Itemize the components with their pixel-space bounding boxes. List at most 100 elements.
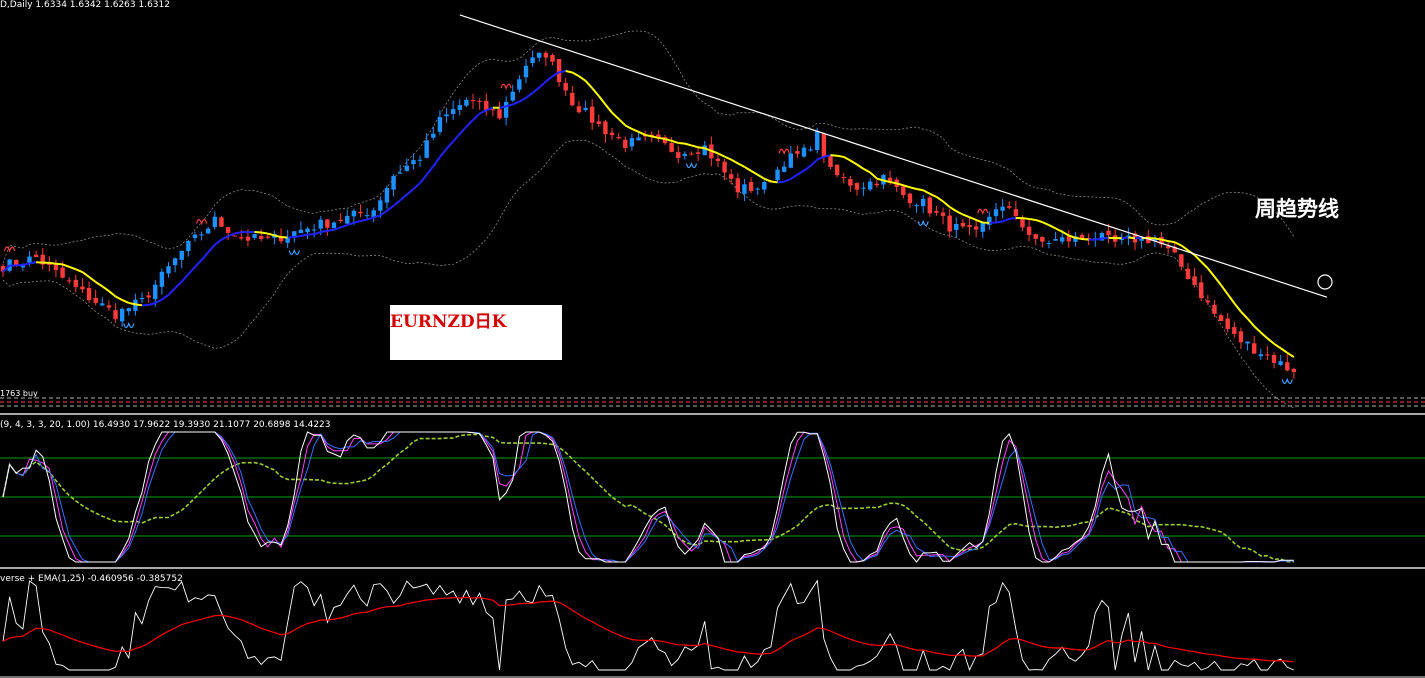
candle-body [755, 188, 760, 190]
candle-body [378, 200, 383, 211]
candle [93, 289, 98, 306]
ma-segment [294, 235, 302, 238]
candle [907, 192, 913, 208]
candle [1265, 346, 1270, 361]
ma-segment [1174, 241, 1182, 247]
ma-segment [750, 169, 759, 176]
fractal-bottom-icon [1281, 377, 1293, 385]
candle [1199, 275, 1204, 302]
candle-body [146, 295, 151, 298]
candle-body [609, 132, 615, 136]
candle-body [1033, 234, 1038, 239]
candle-body [411, 160, 416, 165]
candle-body [172, 258, 178, 266]
candle-body [927, 197, 932, 214]
candle [589, 99, 595, 130]
candle-body [980, 222, 985, 232]
candle [1225, 313, 1230, 333]
candle-body [239, 237, 244, 239]
candle [477, 98, 482, 110]
ma-segment [863, 168, 871, 174]
candle [364, 208, 370, 219]
candle [616, 133, 621, 140]
candle [484, 93, 489, 116]
candle-body [623, 139, 628, 149]
candle-body [934, 210, 939, 213]
ma-segment [1280, 347, 1288, 354]
ma-segment [684, 142, 692, 147]
ma-segment [856, 163, 865, 170]
candle-body [417, 159, 423, 161]
candle-body [973, 226, 979, 230]
ma-segment [452, 133, 461, 143]
ma-segment [174, 280, 183, 289]
ma-segment [935, 196, 944, 203]
candle [1066, 230, 1072, 248]
candle-body [33, 254, 39, 258]
ma-segment [1035, 219, 1043, 224]
candle [331, 221, 337, 229]
ma-segment [392, 199, 401, 207]
ma-segment [1041, 221, 1050, 226]
ma-segment [1048, 224, 1057, 230]
candle [212, 211, 218, 230]
ma-segment [644, 133, 652, 138]
candle-body [748, 182, 754, 191]
ma-segment [869, 171, 878, 180]
ma-segment [763, 177, 772, 183]
candle-body [298, 229, 304, 234]
ma-segment [1266, 337, 1275, 345]
candle-body [345, 215, 350, 224]
candle [596, 114, 601, 127]
candle-body [351, 210, 357, 217]
candle [874, 179, 880, 188]
candle-body [841, 177, 846, 179]
candle [629, 133, 635, 151]
ma-segment [889, 181, 897, 185]
ma-segment [803, 165, 812, 172]
candle [828, 155, 833, 170]
candle-body [464, 99, 469, 106]
fractal-top-icon [977, 208, 989, 215]
ma-segment [809, 158, 818, 167]
candle-body [1179, 254, 1184, 267]
candle [417, 155, 423, 167]
ma-segment [445, 140, 454, 150]
candle [444, 107, 449, 123]
ma-segment [22, 262, 30, 267]
candle [450, 100, 456, 120]
candle-body [947, 215, 952, 232]
candle-body [596, 121, 601, 125]
candle [33, 250, 39, 258]
ma-segment [1154, 237, 1162, 241]
candle [166, 261, 171, 278]
upper-band [2, 30, 1295, 264]
candle [206, 226, 211, 234]
candle [73, 274, 79, 293]
candle-body [907, 193, 913, 204]
candle [801, 144, 807, 158]
ma-segment [1081, 238, 1089, 241]
candle-body [762, 182, 767, 190]
ma-segment [399, 193, 408, 202]
ma-segment [1002, 217, 1010, 223]
oscillator-line [2, 579, 1295, 672]
candle-body [1106, 230, 1111, 236]
candle-body [570, 92, 575, 106]
candle-body [848, 179, 853, 186]
candle [325, 219, 330, 236]
candle-body [166, 266, 171, 274]
ma-segment [75, 268, 83, 274]
candle-body [27, 256, 32, 263]
candle [775, 166, 780, 182]
candle-body [497, 109, 502, 119]
candle [1185, 262, 1191, 280]
candle [517, 75, 522, 93]
candle [563, 78, 568, 97]
candle [1126, 227, 1131, 246]
candle-body [159, 271, 165, 287]
candle-body [245, 236, 251, 241]
ma-segment [929, 192, 937, 198]
candle-body [490, 109, 496, 111]
candle-body [179, 250, 184, 260]
